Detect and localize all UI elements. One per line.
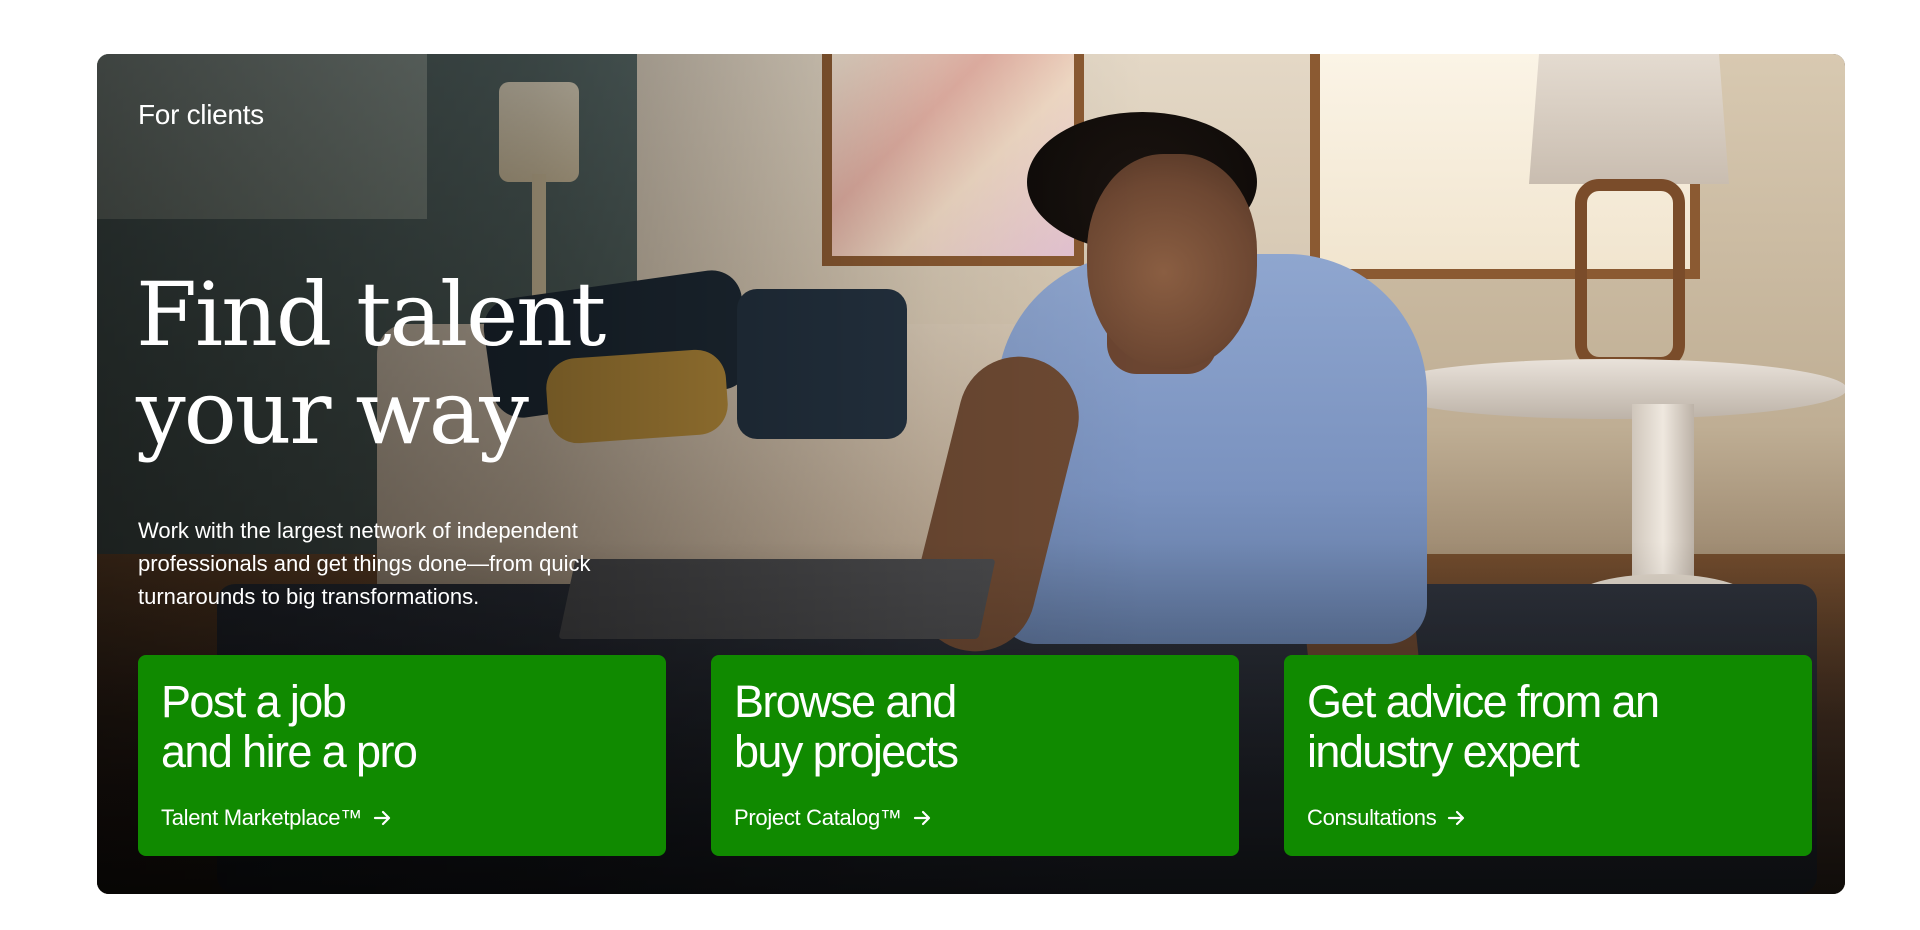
card-link-label: Talent Marketplace™ [161,805,362,830]
hero-headline-line: Find talent [136,263,606,366]
card-title-line: Post a job [161,676,347,727]
hero-headline: Find talent your way [136,266,756,462]
project-catalog-link[interactable]: Project Catalog™ [734,805,932,831]
hero-headline-line: your way [136,361,529,464]
card-title: Get advice from an industry expert [1307,677,1787,777]
talent-marketplace-link[interactable]: Talent Marketplace™ [161,805,392,831]
arrow-right-icon [373,810,391,826]
post-job-card[interactable]: Post a job and hire a pro Talent Marketp… [138,655,666,856]
browse-projects-card[interactable]: Browse and buy projects Project Catalog™ [711,655,1239,856]
card-title: Post a job and hire a pro [161,677,641,777]
hero-section: For clients Find talent your way Work wi… [97,54,1845,894]
consultations-link[interactable]: Consultations [1307,805,1466,831]
card-title-line: buy projects [734,726,959,777]
arrow-right-icon [1448,810,1465,826]
card-title-line: industry expert [1307,726,1580,777]
arrow-right-icon [913,810,930,826]
card-title-line: Browse and [734,676,957,727]
card-link-label: Consultations [1307,805,1437,830]
card-link-label: Project Catalog™ [734,805,902,830]
industry-expert-card[interactable]: Get advice from an industry expert Consu… [1284,655,1812,856]
hero-eyebrow: For clients [138,99,264,130]
card-title: Browse and buy projects [734,677,1214,777]
hero-subtext: Work with the largest network of indepen… [138,518,591,609]
card-title-line: Get advice from an [1307,676,1660,727]
card-title-line: and hire a pro [161,726,418,777]
